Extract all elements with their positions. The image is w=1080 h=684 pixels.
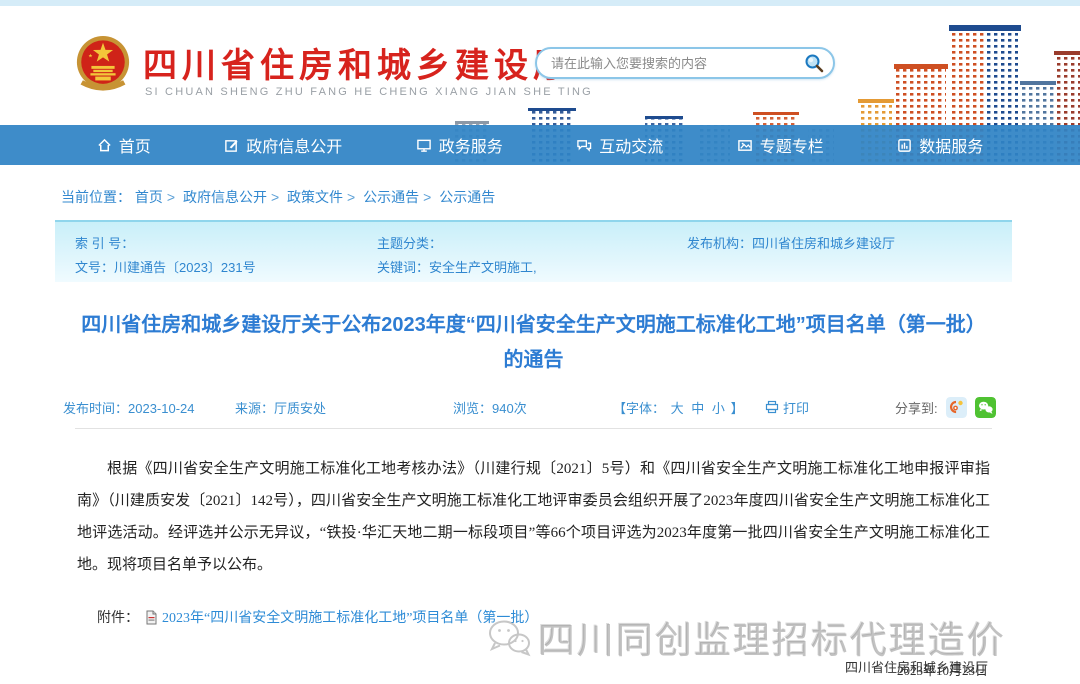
- font-size-widget: 【字体： 大 中 小 】: [613, 398, 765, 417]
- nav-item-special-columns[interactable]: 专题专栏: [737, 133, 824, 157]
- home-icon: [97, 138, 112, 153]
- publish-time: 发布时间：2023-10-24: [63, 398, 235, 417]
- share-widget: 分享到:: [895, 397, 996, 418]
- edit-icon: [224, 138, 239, 153]
- site-header: 四川省住房和城乡建设厅 SI CHUAN SHENG ZHU FANG HE C…: [0, 6, 1080, 125]
- breadcrumb-item-gov-info[interactable]: 政府信息公开: [183, 189, 267, 205]
- chart-icon: [897, 138, 912, 153]
- meta-keywords: 关键词：安全生产文明施工,: [377, 257, 537, 276]
- attachment-file-icon: [145, 610, 158, 625]
- content-card: 当前位置： 首页> 政府信息公开> 政策文件> 公示通告> 公示通告 索 引 号…: [55, 172, 1012, 684]
- breadcrumb-item-notices-2[interactable]: 公示通告: [439, 189, 495, 205]
- nav-item-label: 数据服务: [919, 133, 983, 157]
- printer-icon: [765, 400, 779, 414]
- meta-issuing-agency: 发布机构：四川省住房和城乡建设厅: [687, 233, 895, 252]
- wechat-share-icon[interactable]: [975, 397, 996, 418]
- meta-index-number: 索 引 号：: [75, 233, 134, 252]
- attachment-label: 附件：: [97, 607, 139, 627]
- attachment-row: 附件： 2023年“四川省安全文明施工标准化工地”项目名单（第一批）: [97, 607, 1012, 627]
- breadcrumb: 当前位置： 首页> 政府信息公开> 政策文件> 公示通告> 公示通告: [55, 172, 1012, 207]
- attachment-link[interactable]: 2023年“四川省安全文明施工标准化工地”项目名单（第一批）: [162, 607, 538, 627]
- document-meta-band: 索 引 号： 文号：川建通告〔2023〕231号 主题分类： 关键词：安全生产文…: [55, 220, 1012, 282]
- nav-item-interaction[interactable]: 互动交流: [576, 133, 663, 157]
- nav-item-label: 政务服务: [439, 133, 503, 157]
- page: 四川省住房和城乡建设厅 SI CHUAN SHENG ZHU FANG HE C…: [0, 0, 1080, 684]
- nav-item-label: 专题专栏: [760, 133, 824, 157]
- view-count: 浏览：940次: [453, 398, 613, 417]
- article-title: 四川省住房和城乡建设厅关于公布2023年度“四川省安全生产文明施工标准化工地”项…: [55, 308, 1012, 378]
- breadcrumb-item-notices[interactable]: 公示通告: [363, 189, 419, 205]
- search-icon[interactable]: [803, 52, 825, 74]
- article-body: 根据《四川省安全生产文明施工标准化工地考核办法》（川建行规〔2021〕5号）和《…: [55, 453, 1012, 581]
- chat-icon: [576, 138, 592, 153]
- image-icon: [737, 138, 753, 153]
- font-size-small[interactable]: 小: [712, 401, 725, 416]
- nav-item-data-services[interactable]: 数据服务: [897, 133, 983, 157]
- nav-item-gov-info[interactable]: 政府信息公开: [224, 133, 342, 157]
- nav-item-label: 互动交流: [599, 133, 663, 157]
- nav-item-label: 首页: [119, 133, 151, 157]
- monitor-icon: [416, 138, 432, 153]
- weibo-share-icon[interactable]: [946, 397, 967, 418]
- top-strip: [0, 0, 1080, 6]
- site-subtitle-pinyin: SI CHUAN SHENG ZHU FANG HE CHENG XIANG J…: [145, 86, 593, 98]
- nav-item-home[interactable]: 首页: [97, 133, 151, 157]
- signature-date: 2023年10月23日: [897, 660, 988, 679]
- print-button[interactable]: 打印: [765, 398, 895, 417]
- share-label: 分享到:: [895, 398, 938, 417]
- search-box[interactable]: [535, 47, 835, 79]
- font-size-large[interactable]: 大: [671, 401, 684, 416]
- breadcrumb-item-policy-docs[interactable]: 政策文件: [287, 189, 343, 205]
- signature-org: 四川省住房和城乡建设厅: [55, 657, 1012, 676]
- site-title: 四川省住房和城乡建设厅: [143, 38, 572, 87]
- article-meta-row: 发布时间：2023-10-24 来源：厅质安处 浏览：940次 【字体： 大 中…: [55, 396, 1012, 418]
- national-emblem-logo: [74, 34, 132, 94]
- source: 来源：厅质安处: [235, 398, 453, 417]
- font-size-medium[interactable]: 中: [691, 401, 704, 416]
- breadcrumb-prefix: 当前位置：: [61, 189, 131, 205]
- meta-topic-category: 主题分类：: [377, 233, 442, 252]
- nav-item-label: 政府信息公开: [246, 133, 342, 157]
- divider: [75, 428, 992, 429]
- search-input[interactable]: [551, 56, 803, 71]
- main-nav: 首页 政府信息公开 政务服务 互动交流 专题专栏 数据服务: [0, 125, 1080, 165]
- meta-doc-number: 文号：川建通告〔2023〕231号: [75, 257, 256, 276]
- breadcrumb-item-home[interactable]: 首页: [135, 189, 163, 205]
- nav-item-services[interactable]: 政务服务: [416, 133, 503, 157]
